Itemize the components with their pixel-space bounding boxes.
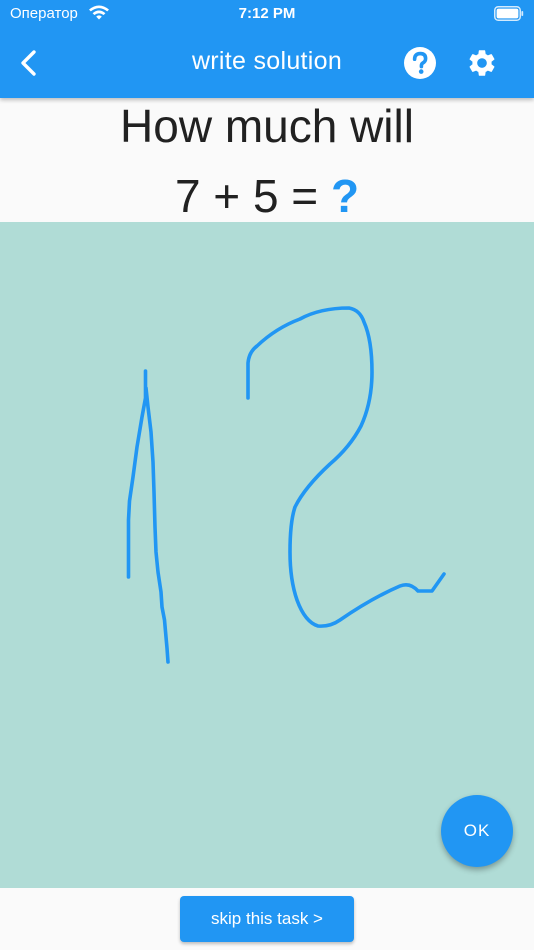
status-time: 7:12 PM bbox=[238, 5, 296, 22]
handwritten-stroke-one bbox=[126, 369, 170, 664]
settings-button[interactable] bbox=[462, 43, 502, 83]
unknown-marker: ? bbox=[330, 170, 360, 222]
battery-icon bbox=[494, 6, 524, 21]
gear-icon bbox=[469, 50, 495, 76]
question-expression-line: 7 + 5 = ? bbox=[0, 170, 534, 222]
app-bar: Оператор 7:12 PM write solution bbox=[0, 0, 534, 98]
help-circle-icon bbox=[404, 47, 436, 79]
page-title: write solution bbox=[191, 47, 343, 75]
back-button[interactable] bbox=[8, 42, 50, 84]
status-bar: Оператор 7:12 PM bbox=[0, 0, 534, 28]
ok-button[interactable]: OK bbox=[441, 795, 513, 867]
handwriting-strokes bbox=[126, 306, 446, 664]
chevron-left-icon bbox=[21, 50, 36, 76]
drawing-canvas[interactable] bbox=[0, 222, 534, 888]
question-panel: How much will 7 + 5 = ? bbox=[0, 98, 534, 222]
question-text: How much will bbox=[120, 100, 414, 152]
question-expression: 7 + 5 = bbox=[174, 170, 331, 222]
screen: Оператор 7:12 PM write solution How much… bbox=[0, 0, 534, 950]
skip-task-button[interactable]: skip this task > bbox=[180, 896, 354, 942]
handwritten-stroke-two bbox=[246, 306, 446, 628]
help-button[interactable] bbox=[400, 43, 440, 83]
